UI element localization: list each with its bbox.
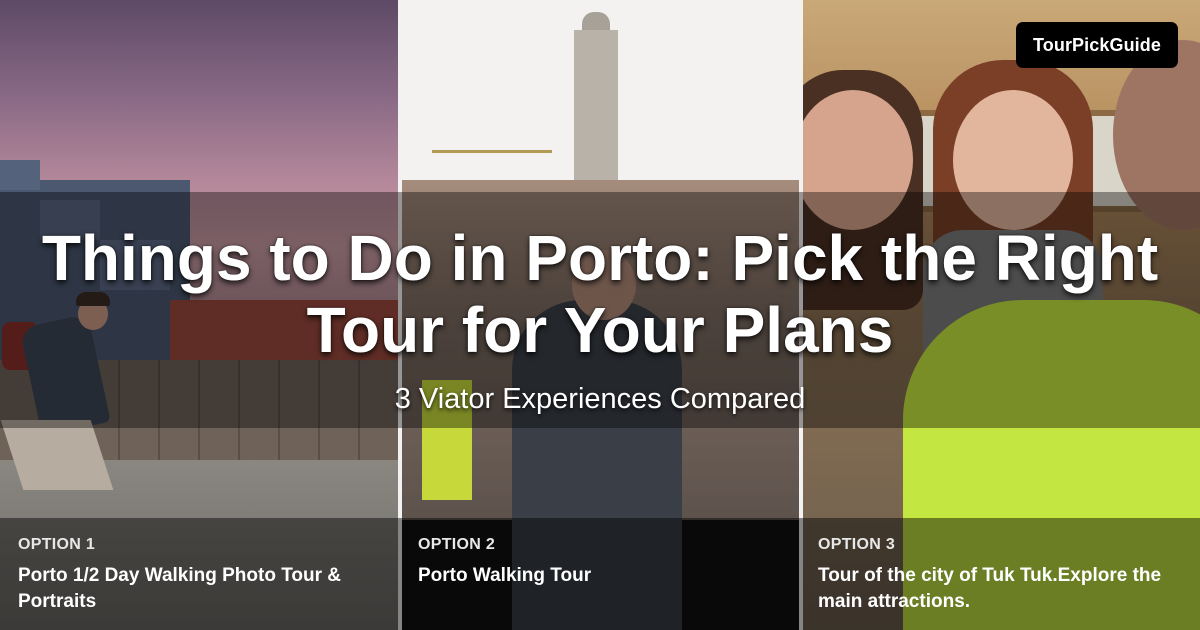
- option-label: OPTION 3: [818, 536, 896, 553]
- option-card-1[interactable]: OPTION 1 Porto 1/2 Day Walking Photo Tou…: [18, 536, 388, 615]
- option-card-2[interactable]: OPTION 2 Porto Walking Tour: [418, 536, 788, 589]
- option-title[interactable]: Tour of the city of Tuk Tuk.Explore the …: [818, 563, 1188, 615]
- page-subtitle: 3 Viator Experiences Compared: [394, 383, 806, 415]
- brand-badge[interactable]: TourPickGuide: [1016, 22, 1178, 68]
- option-label: OPTION 2: [418, 536, 496, 553]
- stair-step: [0, 160, 40, 190]
- crane: [432, 150, 552, 153]
- option-label: OPTION 1: [18, 536, 96, 553]
- option-title[interactable]: Porto 1/2 Day Walking Photo Tour & Portr…: [18, 563, 388, 615]
- clerigos-tower: [574, 30, 618, 200]
- option-title[interactable]: Porto Walking Tour: [418, 563, 788, 589]
- option-card-3[interactable]: OPTION 3 Tour of the city of Tuk Tuk.Exp…: [818, 536, 1188, 615]
- page-title: Things to Do in Porto: Pick the Right To…: [41, 222, 1159, 366]
- share-card: TourPickGuide Things to Do in Porto: Pic…: [0, 0, 1200, 630]
